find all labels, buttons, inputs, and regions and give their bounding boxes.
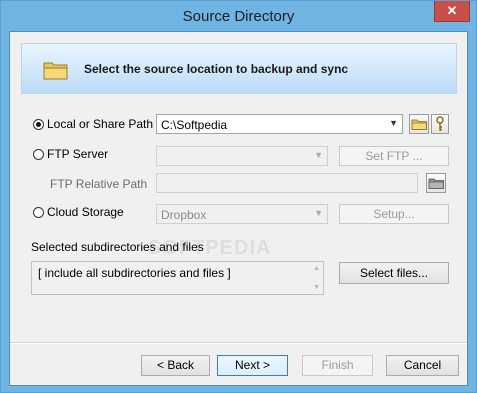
banner-instruction: Select the source location to backup and… [84, 62, 349, 76]
ftp-relative-path-label: FTP Relative Path [50, 177, 148, 191]
ftp-server-combo: ▼ [156, 146, 328, 166]
subdirectories-label: Selected subdirectories and files [31, 240, 204, 254]
dialog-window: Source Directory ✕ Select the source loc… [0, 0, 477, 393]
key-icon [436, 116, 444, 131]
select-files-button[interactable]: Select files... [339, 262, 449, 284]
ftp-server-label[interactable]: FTP Server [47, 147, 108, 161]
browse-folder-button[interactable] [409, 114, 429, 134]
dialog-client-area: Select the source location to backup and… [9, 31, 468, 386]
scroll-down-icon[interactable]: ▼ [313, 284, 320, 291]
ftp-relative-path-input [156, 173, 418, 193]
cancel-button[interactable]: Cancel [386, 355, 459, 376]
header-banner: Select the source location to backup and… [21, 43, 457, 94]
ftp-server-radio[interactable] [33, 149, 44, 160]
folder-icon [43, 62, 68, 80]
chevron-down-icon: ▼ [314, 208, 323, 218]
local-path-combo[interactable]: C:\Softpedia ▼ [156, 114, 403, 134]
cloud-setup-button: Setup... [339, 204, 449, 224]
local-path-label[interactable]: Local or Share Path [47, 117, 153, 131]
cloud-provider-combo: Dropbox ▼ [156, 204, 328, 224]
cloud-provider-value: Dropbox [161, 208, 207, 222]
cloud-storage-label[interactable]: Cloud Storage [47, 205, 124, 219]
local-path-value: C:\Softpedia [161, 118, 228, 132]
window-title: Source Directory [182, 8, 295, 25]
title-bar[interactable]: Source Directory ✕ [1, 1, 476, 31]
footer-divider [10, 342, 467, 344]
cloud-storage-radio[interactable] [33, 207, 44, 218]
close-button[interactable]: ✕ [434, 1, 470, 22]
folder-icon [411, 119, 427, 130]
scroll-up-icon[interactable]: ▲ [313, 265, 320, 272]
chevron-down-icon: ▼ [314, 150, 323, 160]
local-path-radio[interactable] [33, 119, 44, 130]
subdirectories-list-item[interactable]: [ include all subdirectories and files ] [38, 266, 231, 280]
browse-ftp-folder-button[interactable] [426, 173, 446, 193]
subdirectories-list[interactable]: [ include all subdirectories and files ]… [31, 261, 324, 295]
chevron-down-icon: ▼ [389, 118, 398, 128]
credentials-button[interactable] [431, 114, 449, 134]
finish-button: Finish [302, 355, 373, 376]
back-button[interactable]: < Back [141, 355, 210, 376]
folder-icon [428, 178, 444, 189]
next-button[interactable]: Next > [217, 355, 288, 376]
set-ftp-button: Set FTP ... [339, 146, 449, 166]
